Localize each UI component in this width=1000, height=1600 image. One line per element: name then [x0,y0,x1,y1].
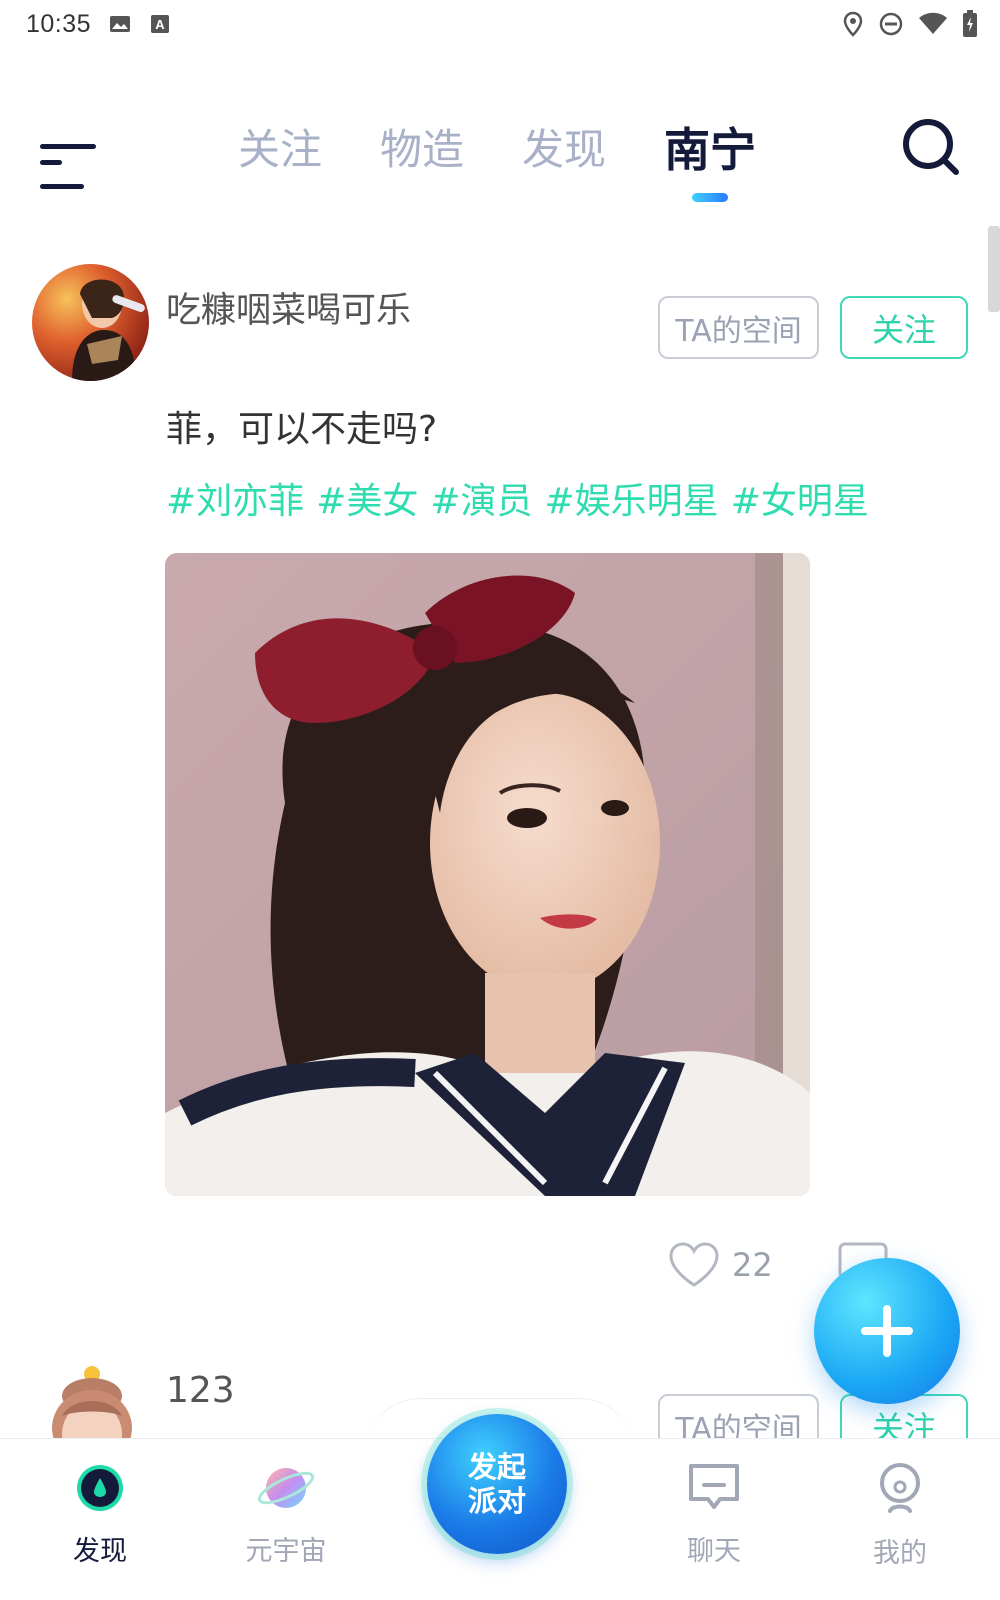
post-username[interactable]: 123 [166,1370,235,1411]
start-party-line2: 派对 [467,1484,526,1518]
tab-wuzao[interactable]: 物造 [380,120,464,180]
dnd-icon [879,12,903,36]
nav-profile[interactable]: 我的 [840,1461,960,1570]
like-count: 22 [732,1246,773,1284]
post-image[interactable] [165,553,810,1196]
start-party-line1: 发起 [467,1450,526,1484]
ta-space-button[interactable]: TA的空间 [658,296,819,359]
nav-chat-label: 聊天 [687,1536,741,1567]
planet-icon [257,1468,315,1508]
avatar[interactable] [32,264,149,381]
heart-icon[interactable] [668,1242,720,1288]
status-bar: 10:35 A [0,0,1000,48]
avatar[interactable] [48,1366,136,1438]
wifi-icon [919,12,947,34]
tab-following[interactable]: 关注 [238,120,322,180]
nav-discover-label: 发现 [73,1536,127,1567]
post-tags: #刘亦菲 #美女 #演员 #娱乐明星 #女明星 [166,472,869,524]
profile-icon [880,1463,920,1513]
nav-metaverse-label: 元宇宙 [245,1536,327,1567]
top-nav: 关注 物造 发现 南宁 [0,100,1000,210]
discover-icon [77,1465,123,1511]
post-username[interactable]: 吃糠咽菜喝可乐 [166,282,411,333]
post-text: 菲，可以不走吗? [166,409,438,450]
post-actions: 22 [668,1242,773,1288]
keyboard-a-icon: A [151,15,170,33]
post-tag[interactable]: #演员 [430,472,532,524]
ta-space-button[interactable]: TA的空间 [658,1394,819,1438]
tab-bar: 关注 物造 发现 南宁 [238,120,757,202]
post-tag[interactable]: #美女 [316,472,418,524]
status-time: 10:35 [26,9,92,38]
active-tab-indicator [692,193,729,202]
battery-icon [963,10,977,37]
nav-discover[interactable]: 发现 [40,1461,160,1568]
post-tag[interactable]: #女明星 [731,472,869,524]
nav-chat[interactable]: 聊天 [654,1461,774,1568]
nav-profile-label: 我的 [873,1538,927,1569]
nav-metaverse[interactable]: 元宇宙 [226,1461,346,1568]
search-icon[interactable] [900,116,964,180]
menu-icon[interactable] [36,122,102,189]
plus-icon [861,1305,913,1357]
tab-nanning-label: 南宁 [664,123,757,177]
start-party-label: 发起 派对 [457,1450,537,1518]
location-icon [843,11,863,37]
scrollbar[interactable] [988,226,1000,312]
image-icon [110,16,131,32]
tab-nanning[interactable]: 南宁 [664,120,757,202]
follow-button[interactable]: 关注 [840,296,968,359]
svg-text:A: A [155,17,165,32]
start-party-button[interactable]: 发起 派对 [427,1414,567,1554]
create-post-button[interactable] [814,1258,960,1404]
tab-discover[interactable]: 发现 [522,120,606,180]
chat-icon [689,1464,739,1509]
post-tag[interactable]: #娱乐明星 [545,472,719,524]
post-tag[interactable]: #刘亦菲 [166,472,304,524]
